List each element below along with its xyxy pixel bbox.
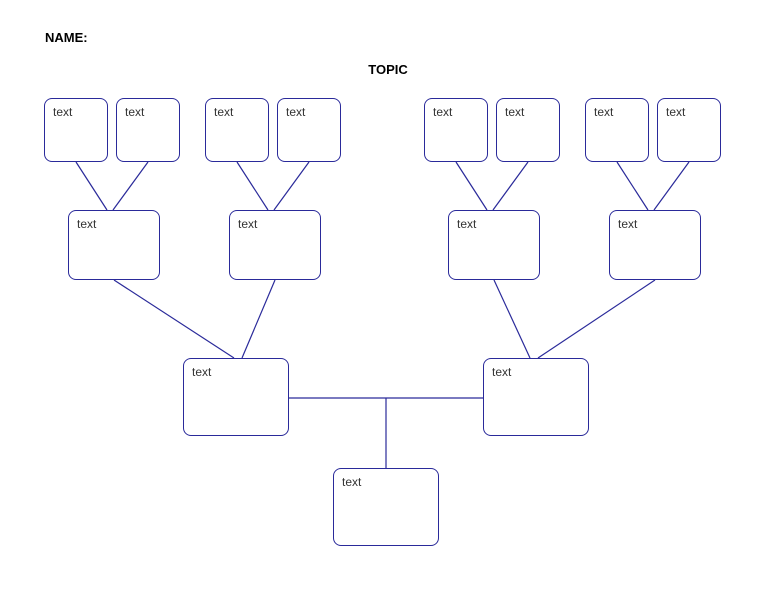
tree-node-r3-2[interactable]: text <box>483 358 589 436</box>
node-text: text <box>214 105 233 119</box>
node-text: text <box>505 105 524 119</box>
node-text: text <box>238 217 257 231</box>
name-field-label: NAME: <box>45 30 88 45</box>
node-text: text <box>457 217 476 231</box>
tree-node-r1-2[interactable]: text <box>116 98 180 162</box>
tree-node-r2-2[interactable]: text <box>229 210 321 280</box>
node-text: text <box>666 105 685 119</box>
node-text: text <box>53 105 72 119</box>
tree-node-r1-7[interactable]: text <box>585 98 649 162</box>
tree-node-r1-5[interactable]: text <box>424 98 488 162</box>
topic-label: TOPIC <box>0 62 776 77</box>
tree-node-r1-4[interactable]: text <box>277 98 341 162</box>
node-text: text <box>433 105 452 119</box>
tree-node-r2-3[interactable]: text <box>448 210 540 280</box>
node-text: text <box>618 217 637 231</box>
node-text: text <box>286 105 305 119</box>
node-text: text <box>192 365 211 379</box>
tree-node-r1-1[interactable]: text <box>44 98 108 162</box>
node-text: text <box>125 105 144 119</box>
node-text: text <box>342 475 361 489</box>
tree-node-r3-1[interactable]: text <box>183 358 289 436</box>
tree-node-r4-1[interactable]: text <box>333 468 439 546</box>
tree-node-r1-8[interactable]: text <box>657 98 721 162</box>
tree-node-r1-6[interactable]: text <box>496 98 560 162</box>
node-text: text <box>492 365 511 379</box>
tree-node-r1-3[interactable]: text <box>205 98 269 162</box>
node-text: text <box>77 217 96 231</box>
node-text: text <box>594 105 613 119</box>
tree-node-r2-1[interactable]: text <box>68 210 160 280</box>
tree-node-r2-4[interactable]: text <box>609 210 701 280</box>
